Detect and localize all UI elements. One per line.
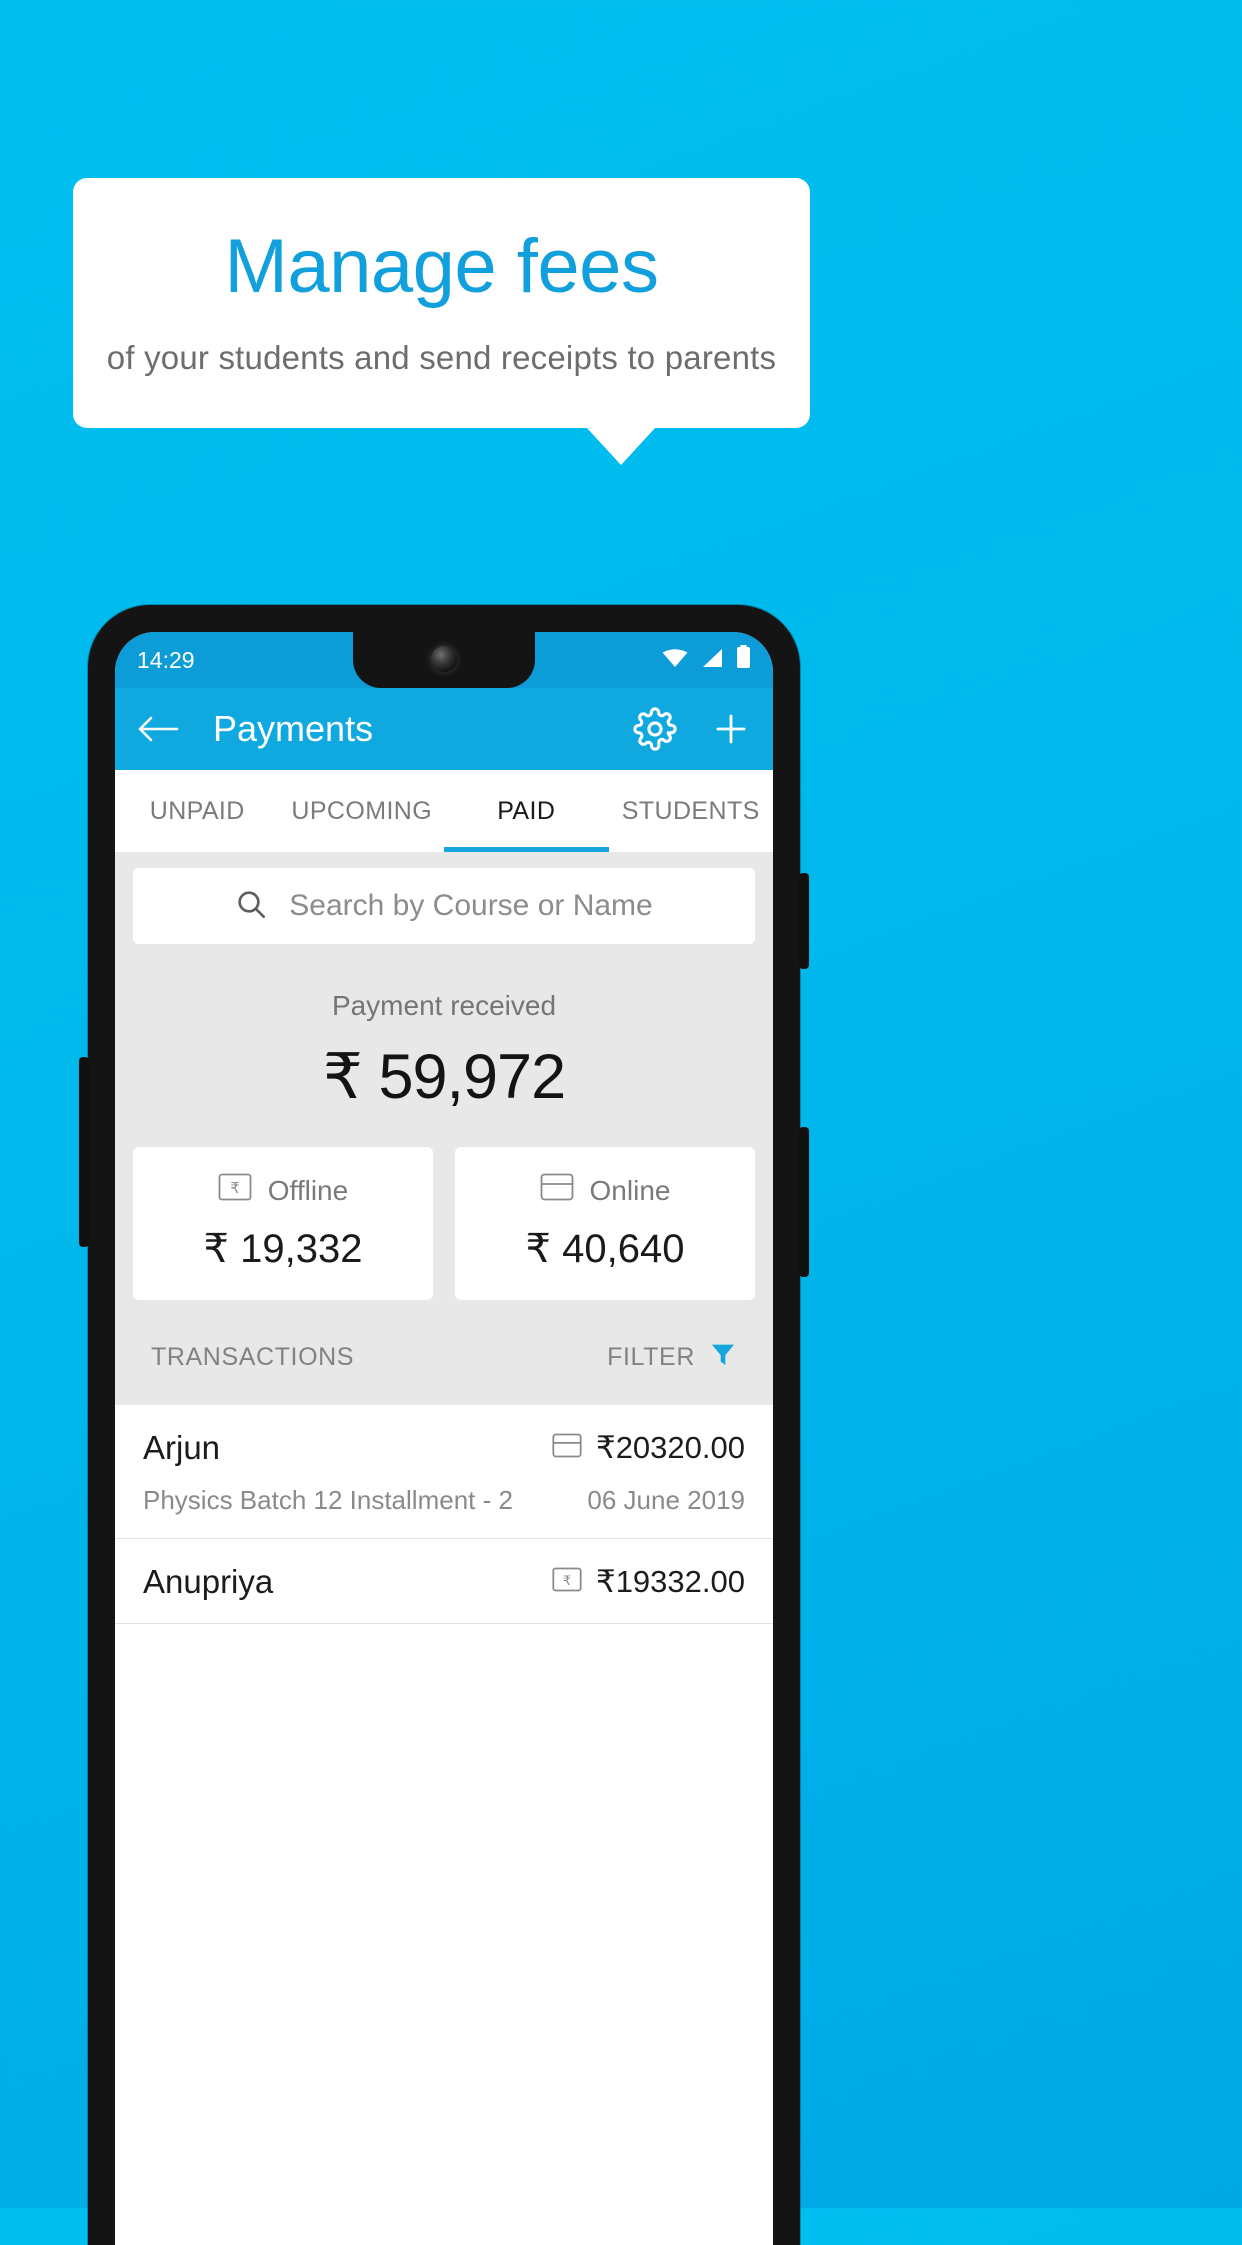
tab-students[interactable]: STUDENTS — [609, 770, 774, 852]
tab-bar: UNPAID UPCOMING PAID STUDENTS — [115, 770, 773, 852]
transaction-date: 06 June 2019 — [587, 1485, 745, 1515]
phone-side-button — [79, 1057, 89, 1247]
battery-icon — [736, 645, 751, 675]
credit-card-icon — [552, 1430, 582, 1466]
payment-method-cards: ₹ Offline ₹ 19,332 Online ₹ 40,640 — [115, 1113, 773, 1300]
promo-headline: Manage fees — [224, 224, 659, 309]
phone-mockup: 14:29 Payments UNPAID UPCOMING PAID STUD… — [79, 605, 809, 2245]
online-label: Online — [589, 1174, 671, 1206]
transaction-name: Arjun — [143, 1429, 221, 1466]
page-title: Payments — [213, 708, 374, 749]
rupee-note-icon: ₹ — [552, 1564, 582, 1600]
svg-text:₹: ₹ — [563, 1573, 571, 1588]
rupee-note-icon: ₹ — [218, 1173, 252, 1208]
promo-bubble-tail — [586, 427, 656, 465]
phone-screen: 14:29 Payments UNPAID UPCOMING PAID STUD… — [115, 632, 773, 2245]
filter-button[interactable]: FILTER — [607, 1340, 737, 1375]
app-bar: Payments — [115, 688, 773, 770]
transaction-name: Anupriya — [143, 1563, 274, 1600]
tab-paid[interactable]: PAID — [444, 770, 609, 852]
signal-icon — [700, 647, 724, 674]
tab-upcoming[interactable]: UPCOMING — [280, 770, 445, 852]
table-row[interactable]: Anupriya ₹ ₹19332.00 — [115, 1539, 773, 1624]
promo-subheadline: of your students and send receipts to pa… — [106, 339, 777, 376]
offline-label: Offline — [267, 1174, 349, 1206]
payment-received-amount: ₹ 59,972 — [322, 1042, 566, 1112]
transaction-amount: ₹19332.00 — [595, 1564, 745, 1599]
status-bar-time: 14:29 — [137, 646, 195, 673]
back-arrow-icon[interactable] — [137, 713, 179, 745]
tab-content-paid: Search by Course or Name Payment receive… — [115, 852, 773, 1624]
svg-text:₹: ₹ — [230, 1180, 240, 1197]
payment-received-label: Payment received — [331, 990, 557, 1021]
promo-bubble: Manage fees of your students and send re… — [73, 178, 810, 428]
transactions-list: Arjun ₹20320.00 Physics Batch 12 Install… — [115, 1405, 773, 1624]
search-placeholder: Search by Course or Name — [289, 889, 653, 922]
offline-summary-card[interactable]: ₹ Offline ₹ 19,332 — [133, 1147, 433, 1300]
payment-summary: Payment received ₹ 59,972 — [115, 944, 773, 1113]
filter-label: FILTER — [607, 1343, 695, 1371]
phone-volume-button — [799, 1127, 809, 1277]
transaction-description: Physics Batch 12 Installment - 2 — [143, 1485, 513, 1515]
wifi-icon — [662, 647, 688, 674]
online-amount: ₹ 40,640 — [525, 1227, 685, 1271]
gear-icon[interactable] — [633, 707, 677, 751]
phone-power-button — [799, 873, 809, 969]
offline-amount: ₹ 19,332 — [203, 1227, 363, 1271]
credit-card-icon — [540, 1173, 574, 1208]
transactions-header: TRANSACTIONS FILTER — [115, 1300, 773, 1405]
tab-unpaid[interactable]: UNPAID — [115, 770, 280, 852]
transaction-amount: ₹20320.00 — [595, 1430, 745, 1465]
online-summary-card[interactable]: Online ₹ 40,640 — [455, 1147, 755, 1300]
table-row[interactable]: Arjun ₹20320.00 Physics Batch 12 Install… — [115, 1405, 773, 1539]
plus-icon[interactable] — [711, 709, 751, 749]
search-input[interactable]: Search by Course or Name — [133, 868, 755, 944]
search-icon — [235, 888, 267, 925]
funnel-icon — [709, 1340, 737, 1375]
front-camera-icon — [431, 646, 457, 672]
transactions-label: TRANSACTIONS — [151, 1343, 355, 1371]
